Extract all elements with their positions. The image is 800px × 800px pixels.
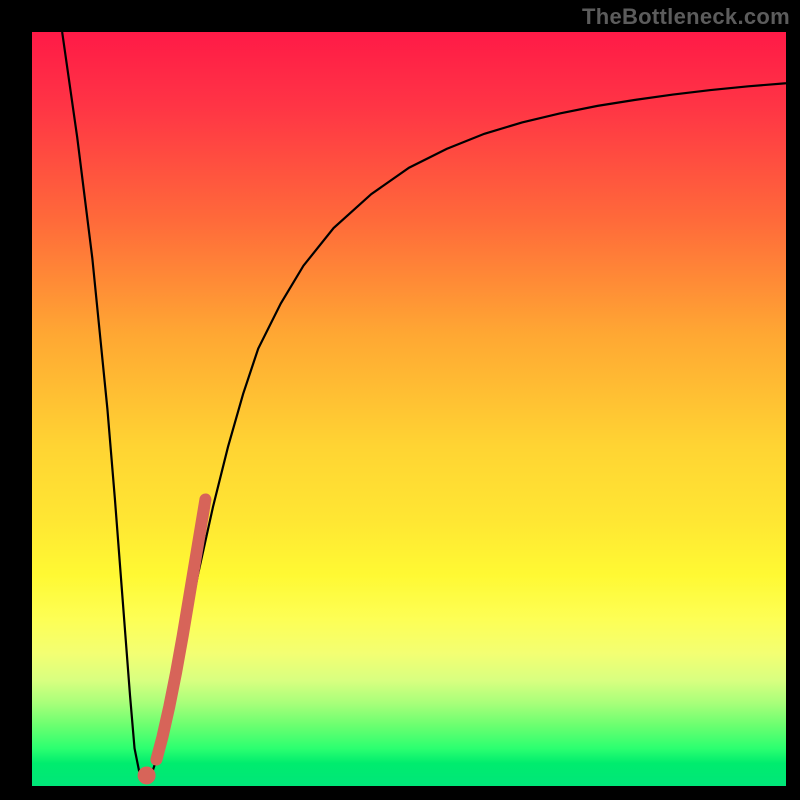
chart-svg <box>32 32 786 786</box>
highlight-segment <box>156 499 205 759</box>
watermark-text: TheBottleneck.com <box>582 4 790 30</box>
plot-area <box>32 32 786 786</box>
bottleneck-curve <box>62 32 786 778</box>
chart-frame: TheBottleneck.com <box>0 0 800 800</box>
highlight-terminal-dot <box>138 766 156 784</box>
